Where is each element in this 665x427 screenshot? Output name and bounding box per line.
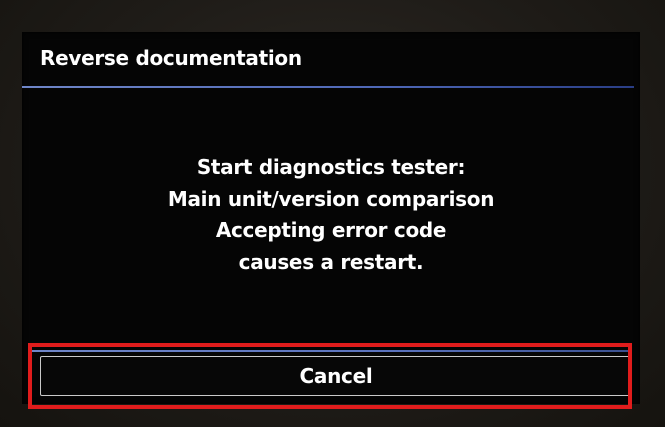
infotainment-screen: Reverse documentation Start diagnostics … [22,32,640,404]
device-bezel: Reverse documentation Start diagnostics … [0,0,665,427]
dialog-message: Start diagnostics tester: Main unit/vers… [22,152,640,278]
dialog-title: Reverse documentation [40,46,302,70]
message-line: Accepting error code [215,218,447,242]
header-divider [22,86,634,88]
message-line: Start diagnostics tester: [196,155,466,179]
dialog-header: Reverse documentation [22,32,640,88]
message-line: causes a restart. [238,249,424,274]
footer-divider [30,350,630,352]
cancel-button[interactable]: Cancel [40,356,632,396]
message-line: Main unit/version comparison [167,186,495,211]
